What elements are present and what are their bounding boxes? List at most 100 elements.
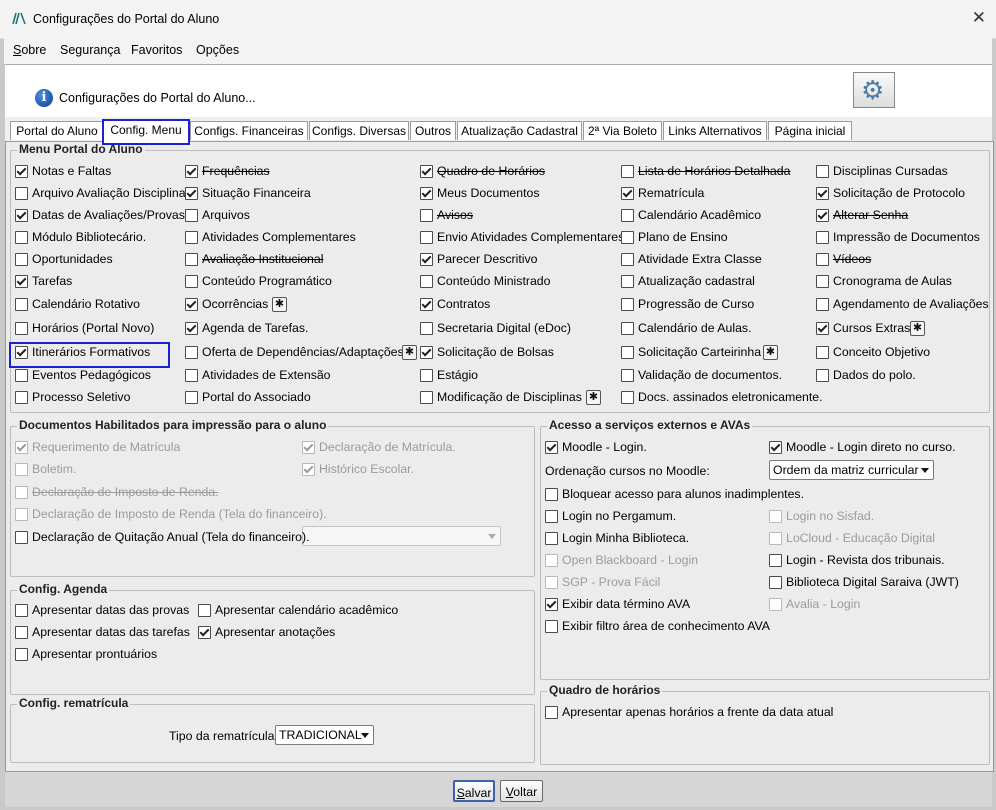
checkbox-box[interactable] [545, 598, 558, 611]
checkbox-box[interactable] [15, 322, 28, 335]
checkbox-box[interactable] [420, 165, 433, 178]
checkbox-box[interactable] [185, 322, 198, 335]
checkbox-box[interactable] [545, 441, 558, 454]
checkbox-box[interactable] [185, 165, 198, 178]
close-icon[interactable]: ✕ [972, 8, 986, 28]
checkbox-box[interactable] [621, 322, 634, 335]
checkbox-box[interactable] [15, 369, 28, 382]
checkbox-label: Calendário de Aulas. [638, 321, 752, 335]
tab-atualizacao-cadastral[interactable]: Atualização Cadastral [457, 121, 582, 140]
save-button[interactable]: Salvar [453, 780, 495, 802]
menu-favoritos[interactable]: Favoritos [131, 43, 182, 57]
checkbox-box[interactable] [185, 209, 198, 222]
checkbox-box[interactable] [816, 187, 829, 200]
checkbox-box[interactable] [15, 275, 28, 288]
checkbox-box[interactable] [198, 626, 211, 639]
checkbox-box[interactable] [185, 187, 198, 200]
checkbox-box[interactable] [420, 187, 433, 200]
checkbox-box[interactable] [185, 391, 198, 404]
checkbox-box[interactable] [621, 165, 634, 178]
checkbox-box[interactable] [15, 231, 28, 244]
checkbox-box[interactable] [621, 187, 634, 200]
checkbox-box[interactable] [15, 165, 28, 178]
checkbox-box[interactable] [545, 532, 558, 545]
menu-seguranca[interactable]: Segurança [60, 43, 120, 57]
checkbox-box[interactable] [420, 275, 433, 288]
checkbox-box[interactable] [420, 346, 433, 359]
checkbox-box[interactable] [185, 369, 198, 382]
tab-2a-via-boleto[interactable]: 2ª Via Boleto [583, 121, 662, 140]
checkbox-box[interactable] [420, 209, 433, 222]
checkbox-box[interactable] [621, 231, 634, 244]
checkbox-box[interactable] [545, 510, 558, 523]
checkbox-box[interactable] [15, 626, 28, 639]
checkbox-box[interactable] [816, 253, 829, 266]
checkbox-box[interactable] [15, 604, 28, 617]
checkbox-box[interactable] [621, 298, 634, 311]
checkbox-box[interactable] [769, 554, 782, 567]
checkbox-label: Validação de documentos. [638, 368, 783, 382]
checkbox-box[interactable] [621, 346, 634, 359]
checkbox-box[interactable] [621, 209, 634, 222]
checkbox-box[interactable] [769, 441, 782, 454]
tab-outros[interactable]: Outros [410, 121, 456, 140]
checkbox-box[interactable] [816, 369, 829, 382]
checkbox-box[interactable] [816, 322, 829, 335]
gear-icon[interactable]: ✱ [763, 345, 778, 360]
checkbox-box[interactable] [816, 209, 829, 222]
checkbox-box[interactable] [420, 322, 433, 335]
checkbox-box[interactable] [420, 391, 433, 404]
tab-configs-diversas[interactable]: Configs. Diversas [309, 121, 409, 140]
checkbox-box[interactable] [185, 298, 198, 311]
checkbox-box[interactable] [15, 648, 28, 661]
tab-config-menu[interactable]: Config. Menu [102, 119, 190, 145]
checkbox-box[interactable] [15, 298, 28, 311]
checkbox-box[interactable] [420, 369, 433, 382]
checkbox-box[interactable] [15, 209, 28, 222]
checkbox-label: Apresentar prontuários [32, 647, 158, 661]
gear-icon[interactable]: ✱ [586, 390, 601, 405]
checkbox-box[interactable] [198, 604, 211, 617]
checkbox-box[interactable] [420, 253, 433, 266]
checkbox-box[interactable] [15, 531, 28, 544]
checkbox-box[interactable] [816, 298, 829, 311]
checkbox-label: Calendário Acadêmico [638, 208, 762, 222]
checkbox-box[interactable] [816, 165, 829, 178]
checkbox-box[interactable] [816, 231, 829, 244]
checkbox-box[interactable] [545, 488, 558, 501]
checkbox-box[interactable] [621, 253, 634, 266]
checkbox-box[interactable] [15, 253, 28, 266]
gear-icon[interactable]: ✱ [910, 321, 925, 336]
quitacao-select[interactable] [302, 526, 501, 546]
menu-opcoes[interactable]: Opções [196, 43, 239, 57]
checkbox-box[interactable] [545, 620, 558, 633]
checkbox-box[interactable] [185, 253, 198, 266]
tab-links-alternativos[interactable]: Links Alternativos [663, 121, 767, 140]
checkbox-box[interactable] [420, 298, 433, 311]
checkbox-box[interactable] [15, 187, 28, 200]
menu-sobre[interactable]: Sobre [13, 43, 46, 57]
checkbox-box[interactable] [769, 576, 782, 589]
tab-pagina-inicial[interactable]: Página inicial [768, 121, 852, 140]
checkbox-box[interactable] [185, 275, 198, 288]
gear-icon[interactable]: ✱ [272, 297, 287, 312]
checkbox-box[interactable] [15, 391, 28, 404]
ordenacao-select[interactable]: Ordem da matriz curricular [769, 460, 934, 480]
settings-button[interactable]: ⚙ [853, 72, 895, 108]
checkbox-box[interactable] [621, 275, 634, 288]
checkbox-box[interactable] [420, 231, 433, 244]
tab-configs-financeiras[interactable]: Configs. Financeiras [190, 121, 308, 140]
back-button[interactable]: Voltar [500, 780, 543, 802]
checkbox-box[interactable] [185, 231, 198, 244]
checkbox-box[interactable] [15, 346, 28, 359]
checkbox-box[interactable] [816, 346, 829, 359]
checkbox-box[interactable] [621, 369, 634, 382]
checkbox-box[interactable] [621, 391, 634, 404]
checkbox-box[interactable] [185, 346, 198, 359]
checkbox-box[interactable] [545, 706, 558, 719]
checkbox-box[interactable] [816, 275, 829, 288]
gear-icon[interactable]: ✱ [402, 345, 417, 360]
header-title: Configurações do Portal do Aluno... [59, 91, 256, 105]
tipo-rematricula-select[interactable]: TRADICIONAL [275, 725, 374, 745]
tab-portal-do-aluno[interactable]: Portal do Aluno [10, 121, 104, 140]
